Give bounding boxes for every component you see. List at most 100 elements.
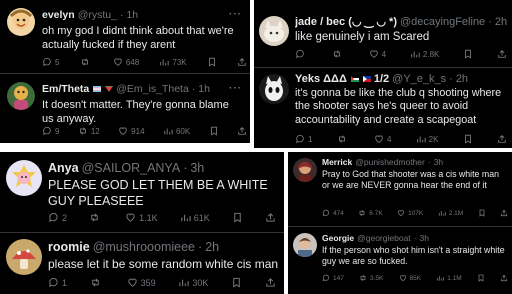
share-button[interactable]	[500, 209, 508, 217]
bookmark-button[interactable]	[478, 209, 486, 217]
repost-button[interactable]: 6.7K	[358, 209, 383, 217]
display-name[interactable]: jade / bec (◡ ‿ ◡ *)	[295, 15, 397, 28]
like-button[interactable]: 4	[369, 49, 386, 59]
bookmark-button[interactable]	[231, 277, 242, 288]
avatar[interactable]	[259, 16, 289, 46]
avatar[interactable]	[6, 239, 42, 275]
views-button[interactable]: 30K	[178, 277, 208, 288]
like-button[interactable]: 107K	[397, 209, 423, 217]
avatar[interactable]	[293, 158, 317, 182]
timestamp[interactable]: 2h	[456, 73, 468, 85]
share-icon	[498, 135, 506, 143]
avatar[interactable]	[7, 8, 35, 36]
share-button[interactable]	[237, 57, 247, 67]
avatar[interactable]	[7, 82, 35, 110]
views-button[interactable]: 2K	[416, 134, 438, 144]
share-button[interactable]	[497, 134, 507, 144]
reply-button[interactable]: 147	[322, 274, 344, 282]
tweet-evelyn[interactable]: evelyn @rystu_ · 1h ··· oh my god I didn…	[0, 0, 250, 72]
share-button[interactable]	[237, 126, 247, 136]
username[interactable]: @Em_is_Theta	[116, 83, 189, 95]
reply-button[interactable]: 1	[295, 134, 312, 144]
repost-button[interactable]	[90, 277, 104, 288]
repost-icon	[81, 58, 88, 66]
avatar[interactable]	[293, 233, 317, 257]
tweet-yeks[interactable]: Yeks ΔΔΔ 1/2 @Y_e_k_s · 2h it's gonna be…	[254, 68, 512, 148]
reply-button[interactable]: 474	[322, 209, 344, 217]
bookmark-button[interactable]	[232, 212, 243, 223]
repost-button[interactable]	[337, 134, 350, 144]
like-button[interactable]: 648	[113, 57, 139, 67]
avatar[interactable]	[6, 160, 42, 196]
reply-button[interactable]: 5	[42, 57, 59, 67]
like-button[interactable]: 1.1K	[125, 212, 158, 223]
views-button[interactable]: 2.8K	[410, 49, 439, 59]
display-name[interactable]: Georgie	[322, 233, 354, 243]
timestamp[interactable]: 1h	[126, 9, 138, 21]
repost-button[interactable]	[80, 57, 93, 67]
share-button[interactable]	[500, 274, 508, 282]
username[interactable]: @mushrooomieee	[93, 240, 195, 254]
bookmark-button[interactable]	[207, 57, 217, 67]
timestamp[interactable]: 2h	[205, 240, 219, 254]
share-button[interactable]	[265, 212, 276, 223]
reply-button[interactable]	[295, 49, 308, 59]
views-button[interactable]: 73K	[159, 57, 187, 67]
tweet-georgie[interactable]: Georgie @georgieboat · 3h If the person …	[288, 227, 512, 294]
views-button[interactable]: 2.1M	[438, 209, 463, 217]
username[interactable]: @decayingFeline	[400, 16, 485, 28]
tweet-roomie[interactable]: roomie @mushrooomieee · 2h please let it…	[0, 233, 284, 294]
share-button[interactable]	[497, 49, 507, 59]
bookmark-icon	[478, 274, 484, 282]
share-button[interactable]	[265, 277, 276, 288]
display-name[interactable]: Yeks ΔΔΔ	[295, 73, 347, 85]
like-button[interactable]: 914	[118, 126, 145, 136]
timestamp[interactable]: 3h	[434, 157, 443, 167]
username[interactable]: @Y_e_k_s	[392, 73, 446, 85]
bookmark-icon	[233, 277, 240, 288]
timestamp[interactable]: 2h	[495, 16, 507, 28]
repost-button[interactable]	[89, 212, 103, 223]
tweet-anya[interactable]: Anya @SAILOR_ANYA · 3h PLEASE GOD LET TH…	[0, 152, 284, 232]
display-name[interactable]: roomie	[48, 240, 90, 254]
repost-button[interactable]: 12	[78, 126, 100, 136]
like-button[interactable]: 4	[374, 134, 391, 144]
display-name[interactable]: Em/Theta	[42, 83, 89, 95]
more-options-icon[interactable]: ···	[229, 83, 242, 94]
separator-dot: ·	[488, 16, 492, 28]
reply-button[interactable]: 1	[48, 277, 67, 288]
bookmark-button[interactable]	[209, 126, 219, 136]
reply-button[interactable]: 9	[42, 126, 59, 136]
like-button[interactable]: 85K	[399, 274, 421, 282]
bookmark-icon	[465, 49, 472, 59]
bookmark-button[interactable]	[463, 49, 473, 59]
more-options-icon[interactable]: ···	[229, 9, 242, 20]
views-button[interactable]: 61K	[180, 212, 210, 223]
reply-button[interactable]: 2	[48, 212, 67, 223]
bookmark-button[interactable]	[463, 134, 473, 144]
repost-button[interactable]: 3.5K	[359, 274, 383, 282]
display-name[interactable]: Merrick	[322, 157, 352, 167]
views-button[interactable]: 60K	[163, 126, 190, 136]
username[interactable]: @georgieboat	[357, 233, 411, 243]
avatar[interactable]	[259, 74, 289, 104]
tweet-em-theta[interactable]: Em/Theta @Em_is_Theta · 1h ··· It doesn'…	[0, 74, 250, 143]
view-count: 1.1M	[447, 274, 462, 282]
repost-button[interactable]	[332, 49, 345, 59]
palestine-flag-icon	[350, 76, 359, 82]
tweet-jade[interactable]: jade / bec (◡ ‿ ◡ *) @decayingFeline · 2…	[254, 0, 512, 66]
tweet-merrick[interactable]: Merrick @punishedmother · 3h Pray to God…	[288, 152, 512, 225]
bookmark-button[interactable]	[477, 274, 485, 282]
reply-icon	[295, 49, 304, 59]
display-name[interactable]: evelyn	[42, 9, 75, 21]
timestamp[interactable]: 1h	[198, 83, 210, 95]
timestamp[interactable]: 3h	[190, 161, 204, 175]
display-name[interactable]: Anya	[48, 161, 79, 175]
username[interactable]: @SAILOR_ANYA	[82, 161, 181, 175]
views-button[interactable]: 1.1M	[436, 274, 462, 282]
separator-dot: ·	[191, 83, 196, 95]
username[interactable]: @rystu_	[78, 9, 117, 21]
username[interactable]: @punishedmother	[355, 157, 425, 167]
like-button[interactable]: 359	[127, 277, 156, 288]
timestamp[interactable]: 3h	[420, 233, 429, 243]
